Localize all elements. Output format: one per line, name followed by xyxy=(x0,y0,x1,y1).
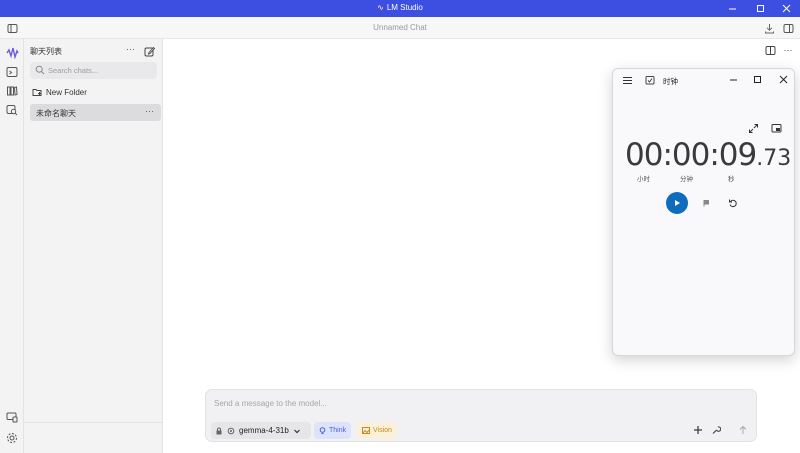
minimize-icon xyxy=(729,79,737,80)
clock-minimize-button[interactable] xyxy=(723,72,743,86)
left-rail xyxy=(0,39,24,453)
model-selector[interactable]: gemma-4-31b xyxy=(211,422,311,439)
rail-developer-button[interactable] xyxy=(5,65,19,79)
rail-hardware-button[interactable] xyxy=(5,410,19,424)
start-button[interactable] xyxy=(666,192,688,214)
play-icon xyxy=(675,200,680,206)
chat-title[interactable]: Unnamed Chat xyxy=(0,23,800,32)
expand-button[interactable] xyxy=(747,122,759,134)
lock-icon xyxy=(216,427,222,434)
minutes-label: 分钟 xyxy=(680,176,693,183)
reset-icon xyxy=(729,199,737,208)
think-label: Think xyxy=(329,427,347,434)
rail-models-button[interactable] xyxy=(5,84,19,98)
sidebar-divider xyxy=(24,422,163,423)
lm-studio-logo-icon: ∿ xyxy=(377,3,384,12)
model-name: gemma-4-31b xyxy=(239,426,289,435)
hamburger-menu-icon xyxy=(622,76,632,84)
maximize-button[interactable] xyxy=(746,0,774,17)
terminal-icon xyxy=(6,67,18,77)
sidebar-more-button[interactable]: ··· xyxy=(126,44,135,54)
expand-icon xyxy=(748,123,758,133)
new-chat-edit-icon xyxy=(144,46,156,57)
rail-chat-button[interactable] xyxy=(5,45,19,59)
rail-discover-button[interactable] xyxy=(5,103,19,117)
clock-app-icon xyxy=(644,74,656,86)
model-settings-icon xyxy=(227,427,235,434)
hours-label: 小时 xyxy=(637,176,650,183)
reset-button[interactable] xyxy=(726,196,740,210)
maximize-icon xyxy=(756,5,764,12)
clock-maximize-button[interactable] xyxy=(747,72,767,86)
minimize-button[interactable] xyxy=(718,0,746,17)
stopwatch-main: 00:00:09 xyxy=(625,137,757,173)
new-chat-button[interactable] xyxy=(144,44,156,57)
stopwatch-fraction: .73 xyxy=(756,146,792,171)
search-chats-input[interactable]: Search chats... xyxy=(30,62,157,79)
message-input[interactable]: Send a message to the model... xyxy=(214,399,327,408)
title-bar: ∿ LM Studio xyxy=(0,0,800,17)
window-title: ∿ LM Studio xyxy=(0,3,800,12)
wrench-icon xyxy=(712,426,721,434)
new-folder-button[interactable]: New Folder xyxy=(32,87,87,97)
hardware-icon xyxy=(6,412,18,423)
maximize-icon xyxy=(753,75,761,83)
close-button[interactable] xyxy=(772,0,800,17)
stopwatch-time: 00:00:09.73 xyxy=(625,137,791,173)
clock-menu-button[interactable] xyxy=(621,74,633,86)
chat-sidebar: 聊天列表 ··· Search chats... New Folder 未命名聊… xyxy=(24,39,163,453)
gear-icon xyxy=(7,433,17,443)
rail-settings-button[interactable] xyxy=(5,431,19,445)
vision-label: Vision xyxy=(373,427,392,434)
picture-in-picture-icon xyxy=(771,123,781,132)
minimize-icon xyxy=(728,8,736,10)
think-toggle[interactable]: Think xyxy=(314,422,352,439)
compact-overlay-button[interactable] xyxy=(770,122,782,134)
download-icon xyxy=(764,23,774,33)
close-icon xyxy=(779,75,787,83)
search-icon xyxy=(35,65,45,75)
send-button[interactable] xyxy=(737,424,749,436)
search-placeholder: Search chats... xyxy=(48,66,99,75)
download-button[interactable] xyxy=(762,21,776,35)
add-attachment-button[interactable] xyxy=(692,424,704,436)
more-options-icon: ··· xyxy=(783,45,793,55)
image-icon xyxy=(362,427,370,434)
chat-item-label: 未命名聊天 xyxy=(36,109,76,118)
panel-toggle-button[interactable] xyxy=(781,21,795,35)
clock-close-button[interactable] xyxy=(773,72,793,86)
lightbulb-icon xyxy=(319,426,326,434)
split-view-button[interactable] xyxy=(763,43,777,57)
sidebar-title: 聊天列表 xyxy=(30,47,62,56)
search-models-icon xyxy=(6,105,18,116)
flag-icon xyxy=(703,200,709,207)
arrow-up-icon xyxy=(739,425,747,434)
tools-button[interactable] xyxy=(710,424,722,436)
library-icon xyxy=(7,86,18,96)
new-folder-label: New Folder xyxy=(46,87,87,97)
split-view-icon xyxy=(765,45,775,55)
chat-item-options-button[interactable]: ··· xyxy=(145,106,154,116)
chat-waveform-icon xyxy=(5,47,19,59)
message-composer: Send a message to the model... gemma-4-3… xyxy=(205,389,757,442)
lap-button[interactable] xyxy=(699,196,713,210)
app-title: LM Studio xyxy=(386,3,423,12)
right-panel-icon xyxy=(783,23,793,33)
plus-icon xyxy=(694,426,702,434)
chat-list-item[interactable]: 未命名聊天 ··· xyxy=(30,104,161,121)
close-icon xyxy=(782,4,790,13)
chevron-down-icon xyxy=(293,429,300,433)
clock-title: 时钟 xyxy=(663,77,678,86)
new-folder-icon xyxy=(32,89,42,96)
clock-app-logo-icon xyxy=(645,76,655,85)
seconds-label: 秒 xyxy=(728,176,735,183)
chat-header: Unnamed Chat xyxy=(0,17,800,39)
vision-badge[interactable]: Vision xyxy=(357,422,397,439)
chat-options-button[interactable]: ··· xyxy=(781,43,795,57)
clock-window: 时钟 00:00:09.73 小时 分钟 秒 xyxy=(612,68,795,356)
